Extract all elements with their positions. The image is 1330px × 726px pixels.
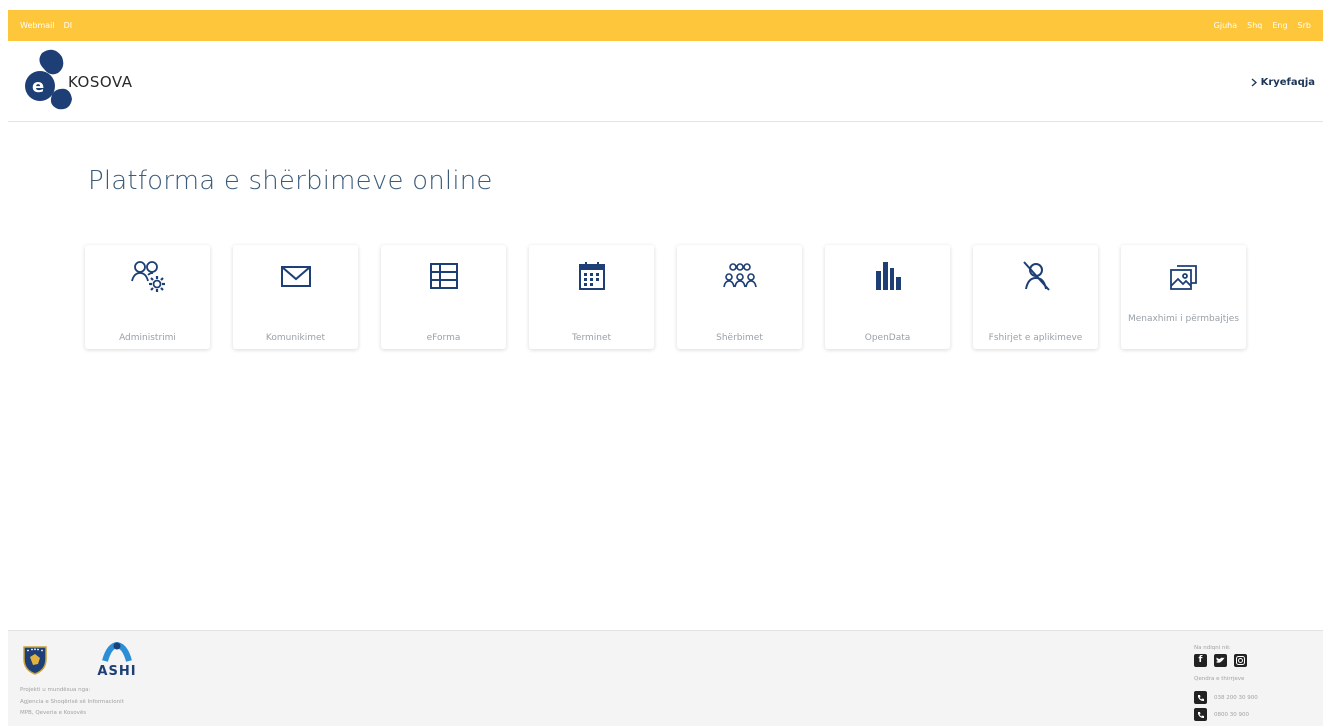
- facebook-icon[interactable]: f: [1194, 654, 1207, 667]
- table-form-icon: [430, 263, 458, 289]
- envelope-icon: [281, 266, 311, 287]
- instagram-icon[interactable]: [1234, 654, 1247, 667]
- card-sherbimet[interactable]: Shërbimet: [677, 245, 802, 349]
- site-footer: ASHI Projekti u mundësua nga: Agjencia e…: [8, 630, 1323, 726]
- bar-chart-icon: [876, 262, 901, 290]
- users-gear-icon: [131, 261, 165, 292]
- credit-line: Projekti u mundësua nga:: [20, 687, 91, 693]
- home-link-label: Kryefaqja: [1260, 77, 1315, 88]
- webmail-link[interactable]: Webmail: [20, 21, 55, 30]
- card-label: Menaxhimi i përmbajtjes: [1127, 314, 1240, 324]
- page-title: Platforma e shërbimeve online: [88, 166, 493, 196]
- card-fshirjet[interactable]: Fshirjet e aplikimeve: [973, 245, 1098, 349]
- phone-number[interactable]: 038 200 30 900: [1214, 695, 1258, 701]
- image-gallery-icon: [1170, 265, 1197, 290]
- home-link[interactable]: Kryefaqja: [1251, 77, 1315, 88]
- card-eforma[interactable]: eForma: [381, 245, 506, 349]
- phone-entry: 038 200 30 900: [1194, 689, 1258, 706]
- phone-icon: [1194, 708, 1207, 721]
- phone-entry: 0800 30 900: [1194, 706, 1258, 723]
- credit-line: MPB, Qeveria e Kosovës: [20, 710, 87, 716]
- kosovo-coat-of-arms-icon: [23, 646, 47, 675]
- calendar-icon: [579, 262, 605, 290]
- card-label: Shërbimet: [716, 333, 763, 343]
- site-header: e KOSOVA Kryefaqja: [8, 41, 1323, 122]
- card-label: OpenData: [864, 333, 911, 343]
- follow-label: Na ndiqni në:: [1194, 645, 1231, 651]
- group-icon: [723, 263, 757, 288]
- di-link[interactable]: DI: [64, 21, 73, 30]
- social-links: f: [1194, 654, 1247, 667]
- card-menaxhimi[interactable]: Menaxhimi i përmbajtjes: [1121, 245, 1246, 349]
- top-bar: Webmail DI Gjuha Shq Eng Srb: [8, 10, 1323, 41]
- card-label: Komunikimet: [265, 333, 326, 343]
- phone-icon: [1194, 691, 1207, 704]
- card-label: Fshirjet e aplikimeve: [988, 333, 1083, 343]
- lang-shq-link[interactable]: Shq: [1247, 21, 1262, 30]
- ashi-mark-icon: [102, 641, 132, 662]
- svg-text:e: e: [32, 76, 44, 97]
- card-label: Administrimi: [119, 333, 176, 343]
- ashi-text: ASHI: [97, 664, 137, 679]
- callcenter-label: Qendra e thirrjeve: [1194, 676, 1245, 682]
- logo-text: KOSOVA: [68, 73, 133, 91]
- card-terminet[interactable]: Terminet: [529, 245, 654, 349]
- phone-list: 038 200 30 900 0800 30 900: [1194, 689, 1258, 723]
- card-label: eForma: [426, 333, 461, 343]
- chevron-right-icon: [1251, 78, 1257, 87]
- user-remove-icon: [1023, 261, 1050, 291]
- twitter-icon[interactable]: [1214, 654, 1227, 667]
- card-komunikimet[interactable]: Komunikimet: [233, 245, 358, 349]
- phone-number[interactable]: 0800 30 900: [1214, 712, 1249, 718]
- card-label: Terminet: [571, 333, 612, 343]
- lang-eng-link[interactable]: Eng: [1272, 21, 1287, 30]
- language-label: Gjuha: [1213, 21, 1238, 30]
- card-administrimi[interactable]: Administrimi: [85, 245, 210, 349]
- credit-line: Agjencia e Shoqërisë së Informacionit: [20, 698, 124, 705]
- service-cards: Administrimi Komunikimet eForma Terminet…: [85, 245, 1246, 349]
- credits: Projekti u mundësua nga: Agjencia e Shoq…: [20, 685, 124, 720]
- ashi-logo: ASHI: [94, 641, 140, 679]
- card-opendata[interactable]: OpenData: [825, 245, 950, 349]
- lang-srb-link[interactable]: Srb: [1298, 21, 1311, 30]
